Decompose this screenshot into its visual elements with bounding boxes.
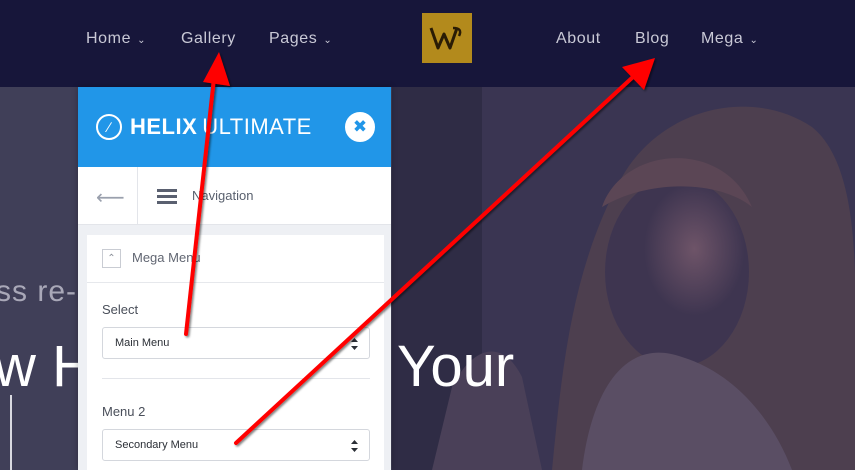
nav-item-about[interactable]: About (556, 28, 601, 50)
nav-item-mega[interactable]: Mega ⌄ (701, 28, 758, 50)
select-caret-icon (351, 440, 358, 452)
nav-label-blog: Blog (635, 30, 670, 47)
list-icon (157, 189, 177, 205)
back-arrow-icon[interactable]: ⟵ (96, 185, 125, 210)
chevron-down-icon: ⌄ (749, 34, 759, 46)
collapse-icon[interactable]: ⌃ (102, 249, 121, 268)
site-logo[interactable] (422, 13, 472, 63)
nav-label-home: Home (86, 30, 132, 47)
select-value: Main Menu (115, 337, 170, 349)
select-value: Secondary Menu (115, 439, 199, 451)
section-header[interactable]: ⌃ Mega Menu (87, 235, 384, 283)
hero-subtitle: ss re- (0, 275, 77, 308)
select-label: Select (102, 302, 139, 317)
w-logo-icon (429, 26, 462, 50)
breadcrumb-divider (137, 167, 138, 225)
brand-bold: HELIX (130, 114, 198, 139)
panel-header: ∕ HELIX ULTIMATE ✖ (78, 87, 391, 167)
section-title: Mega Menu (132, 250, 201, 265)
hero-divider (10, 395, 12, 470)
brand-light: ULTIMATE (202, 114, 312, 139)
close-button[interactable]: ✖ (345, 112, 375, 142)
close-icon: ✖ (352, 117, 368, 136)
menu2-label: Menu 2 (102, 404, 146, 419)
nav-label-gallery: Gallery (181, 30, 236, 47)
nav-item-gallery[interactable]: Gallery (181, 28, 236, 50)
chevron-down-icon: ⌄ (137, 34, 147, 46)
breadcrumb: ⟵ Navigation (78, 167, 391, 225)
nav-label-pages: Pages (269, 30, 318, 47)
field-separator (102, 378, 370, 379)
mega-menu-section: ⌃ Mega Menu Select Main Menu Menu 2 Seco… (87, 235, 384, 470)
nav-item-blog[interactable]: Blog (635, 28, 669, 50)
hero-title-right: Your (397, 334, 515, 399)
select-caret-icon (351, 338, 358, 350)
nav-label-mega: Mega (701, 30, 744, 47)
breadcrumb-label: Navigation (192, 188, 254, 203)
chevron-down-icon: ⌄ (323, 34, 333, 46)
nav-label-about: About (556, 30, 601, 47)
main-menu-select[interactable]: Main Menu (102, 327, 370, 359)
menu2-select[interactable]: Secondary Menu (102, 429, 370, 461)
helix-options-panel: ∕ HELIX ULTIMATE ✖ ⟵ Navigation ⌃ Mega M… (78, 87, 391, 470)
nav-item-pages[interactable]: Pages ⌄ (269, 28, 332, 50)
helix-logo-icon: ∕ (96, 114, 122, 140)
helix-brand: ∕ HELIX ULTIMATE (96, 114, 312, 140)
hero-photo (392, 87, 855, 470)
top-navigation: Home ⌄ Gallery Pages ⌄ About Blog Mega ⌄ (0, 0, 855, 87)
nav-item-home[interactable]: Home ⌄ (86, 28, 146, 50)
